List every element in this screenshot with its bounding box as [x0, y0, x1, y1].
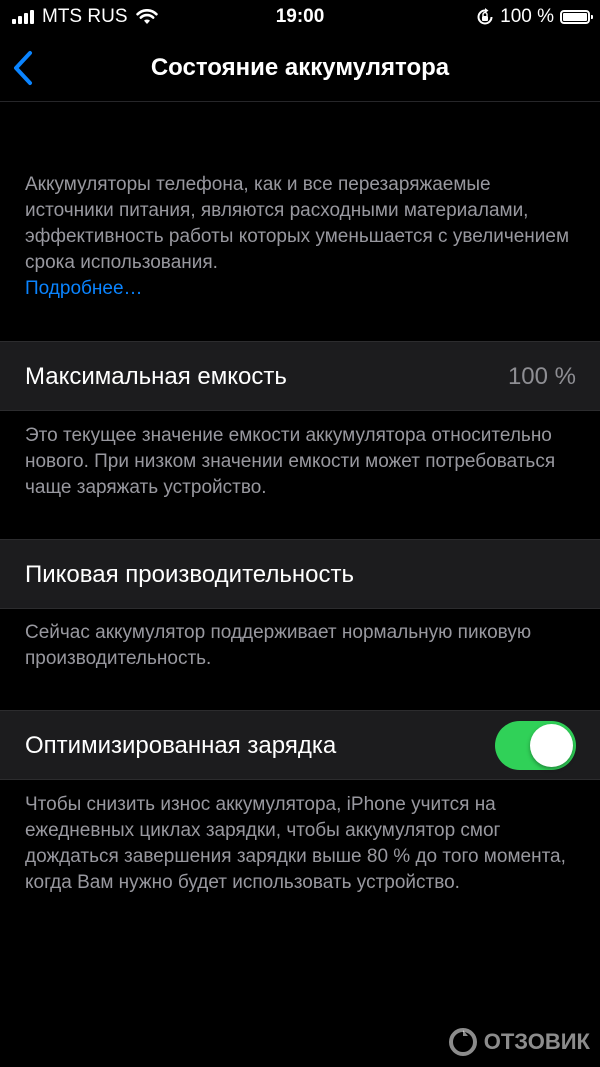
otzovik-watermark: ОТЗОВИК	[448, 1027, 590, 1057]
otzovik-logo-icon	[448, 1028, 477, 1056]
page-title: Состояние аккумулятора	[150, 54, 450, 81]
optimized-charging-label: Оптимизированная зарядка	[25, 732, 337, 759]
peak-performance-footer: Сейчас аккумулятор поддерживает нормальн…	[25, 622, 532, 669]
max-capacity-value: 100 %	[507, 363, 576, 390]
max-capacity-footer: Это текущее значение емкости аккумулятор…	[25, 425, 556, 498]
battery-health-screen: MTS RUS 19:00 100 % Состояние аккумулято…	[0, 0, 600, 1067]
toggle-knob	[530, 724, 573, 767]
orientation-lock-icon	[477, 8, 493, 25]
intro-section: Аккумуляторы телефона, как и все перезар…	[25, 172, 575, 302]
max-capacity-row: Максимальная емкость 100 %	[0, 341, 600, 411]
optimized-charging-footer: Чтобы снизить износ аккумулятора, iPhone…	[25, 794, 566, 893]
battery-percentage: 100 %	[500, 6, 554, 27]
watermark-text: ОТЗОВИК	[483, 1029, 590, 1054]
navigation-bar: Состояние аккумулятора	[0, 34, 600, 102]
optimized-charging-toggle[interactable]	[495, 721, 576, 770]
peak-performance-label: Пиковая производительность	[25, 561, 354, 588]
status-bar: MTS RUS 19:00 100 %	[0, 0, 600, 34]
status-bar-right: 100 %	[476, 6, 593, 28]
optimized-charging-row: Оптимизированная зарядка	[0, 710, 600, 780]
peak-performance-row: Пиковая производительность	[0, 539, 600, 609]
intro-text: Аккумуляторы телефона, как и все перезар…	[25, 174, 570, 273]
learn-more-link[interactable]: Подробнее…	[25, 278, 143, 299]
battery-icon	[560, 10, 593, 24]
max-capacity-label: Максимальная емкость	[25, 363, 287, 390]
